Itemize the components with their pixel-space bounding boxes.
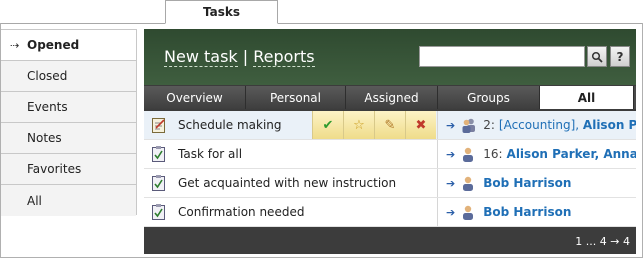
arrow-right-icon: ➔ <box>446 205 456 219</box>
checkmark-icon: ✔ <box>322 117 334 133</box>
assignee-count: 2: <box>483 118 495 132</box>
assignee-link[interactable]: Alison Pa <box>583 118 636 132</box>
sidebar-item-label: Notes <box>27 131 62 145</box>
tab-all[interactable]: All <box>540 86 634 109</box>
arrow-right-icon: ➔ <box>446 147 456 161</box>
sidebar-item-label: All <box>27 193 42 208</box>
sidebar-item-events[interactable]: Events <box>1 92 136 123</box>
edit-button[interactable]: ✎ <box>374 111 405 139</box>
pencil-icon: ✎ <box>384 117 396 133</box>
delete-button[interactable]: ✖ <box>405 111 436 139</box>
search-input[interactable] <box>419 46 585 67</box>
sidebar-item-closed[interactable]: Closed <box>1 61 136 92</box>
task-check-icon <box>152 146 166 162</box>
task-check-icon <box>152 204 166 220</box>
favorite-button[interactable]: ☆ <box>343 111 374 139</box>
assignee-link[interactable]: Bob Harrison <box>483 205 571 219</box>
table-row[interactable]: Get acquainted with new instruction ➔ Bo… <box>144 169 636 198</box>
task-title[interactable]: Task for all <box>178 147 242 161</box>
arrow-right-icon: ⇢ <box>10 39 20 52</box>
star-icon: ☆ <box>353 117 365 133</box>
pagination[interactable]: 1 ... 4 → 4 <box>575 235 630 248</box>
tab-personal[interactable]: Personal <box>246 86 346 109</box>
header-separator: | <box>237 47 254 66</box>
assignee-link[interactable]: Bob Harrison <box>483 176 571 190</box>
sidebar-item-opened[interactable]: ⇢ Opened <box>1 30 136 61</box>
sidebar-item-favorites[interactable]: Favorites <box>1 154 136 185</box>
search-button[interactable] <box>587 46 607 67</box>
tab-tasks[interactable]: Tasks <box>165 0 278 24</box>
task-title[interactable]: Schedule making <box>178 118 282 132</box>
sidebar-item-label: Closed <box>27 69 68 83</box>
sidebar-item-label: Favorites <box>27 162 82 176</box>
table-row[interactable]: Task for all ➔ 16: Alison Parker, Anna N <box>144 140 636 169</box>
sidebar: ⇢ Opened Closed Events Notes Favorites A… <box>1 29 137 216</box>
user-icon <box>461 146 475 162</box>
task-check-icon <box>152 175 166 191</box>
task-title[interactable]: Get acquainted with new instruction <box>178 176 396 190</box>
sidebar-item-label: Opened <box>27 38 80 52</box>
task-list: Schedule making ✔ ☆ ✎ ✖ ➔ 2: [Accounting… <box>144 111 636 227</box>
arrow-right-icon: ➔ <box>446 118 456 132</box>
reports-link[interactable]: Reports <box>253 47 315 67</box>
tab-assigned[interactable]: Assigned <box>346 86 438 109</box>
sidebar-item-all[interactable]: All <box>1 185 136 216</box>
task-tabs: Overview Personal Assigned Groups All <box>144 86 636 109</box>
group-users-icon <box>461 117 476 133</box>
sidebar-item-label: Events <box>27 100 68 114</box>
sidebar-item-notes[interactable]: Notes <box>1 123 136 154</box>
user-icon <box>461 175 475 191</box>
help-button[interactable]: ? <box>610 46 630 67</box>
row-actions: ✔ ☆ ✎ ✖ <box>312 111 436 139</box>
task-title[interactable]: Confirmation needed <box>178 205 304 219</box>
assignee-group[interactable]: [Accounting], <box>499 118 579 132</box>
assignee-link[interactable]: Alison Parker, Anna N <box>507 147 636 161</box>
tab-groups[interactable]: Groups <box>438 86 540 109</box>
complete-button[interactable]: ✔ <box>312 111 343 139</box>
close-icon: ✖ <box>415 117 427 133</box>
arrow-right-icon: ➔ <box>446 176 456 190</box>
table-row[interactable]: Confirmation needed ➔ Bob Harrison <box>144 198 636 227</box>
main-panel: New task | Reports ? Overview Personal A… <box>144 29 636 254</box>
user-icon <box>461 204 475 220</box>
task-edit-icon <box>152 117 166 133</box>
new-task-link[interactable]: New task <box>164 47 238 67</box>
header-title: New task | Reports <box>164 47 315 67</box>
assignee-count: 16: <box>483 147 503 161</box>
panel-header: New task | Reports ? <box>144 29 636 85</box>
search-icon <box>591 51 603 63</box>
table-row[interactable]: Schedule making ✔ ☆ ✎ ✖ ➔ 2: [Accounting… <box>144 111 636 140</box>
tab-overview[interactable]: Overview <box>144 86 246 109</box>
